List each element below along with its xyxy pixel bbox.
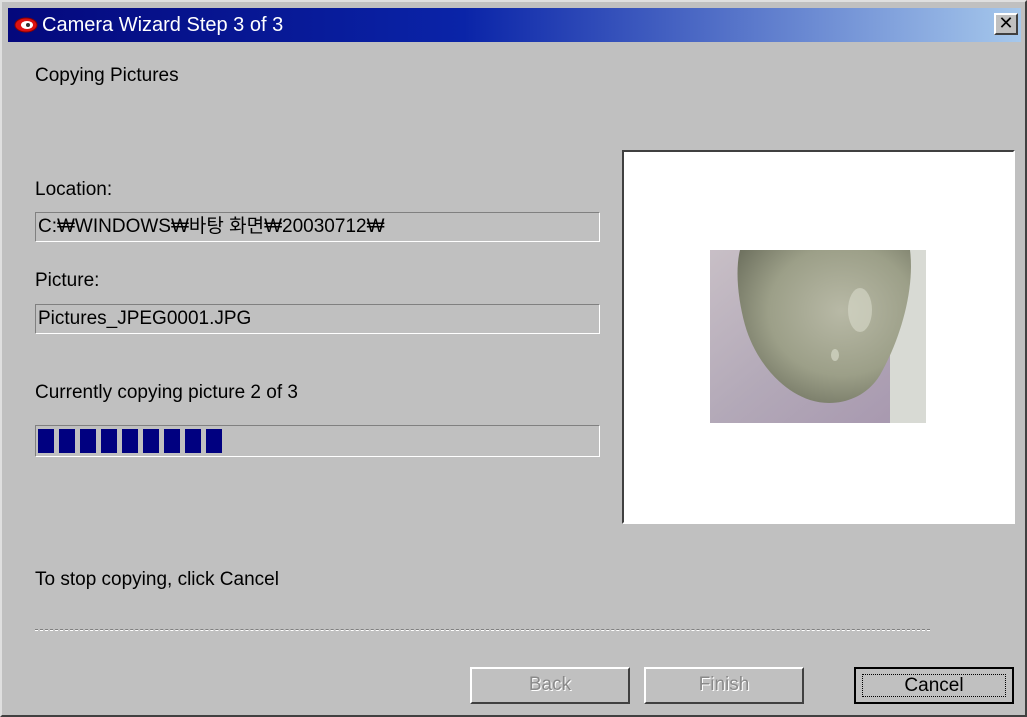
page-heading: Copying Pictures: [35, 65, 179, 86]
back-button[interactable]: Back: [470, 667, 630, 704]
progress-bar: [35, 425, 600, 457]
instruction-text: To stop copying, click Cancel: [35, 569, 279, 590]
finish-button[interactable]: Finish: [644, 667, 804, 704]
close-button[interactable]: ✕: [994, 13, 1018, 35]
title-bar[interactable]: Camera Wizard Step 3 of 3 ✕: [8, 8, 1021, 42]
close-icon: ✕: [998, 13, 1014, 33]
cancel-button[interactable]: Cancel: [854, 667, 1014, 704]
picture-field: Pictures_JPEG0001.JPG: [35, 304, 600, 334]
window-title: Camera Wizard Step 3 of 3: [42, 14, 284, 36]
picture-label: Picture:: [35, 270, 100, 291]
picture-preview-image: [710, 250, 926, 423]
camera-wizard-icon: [14, 17, 38, 33]
cancel-button-label: Cancel: [862, 674, 1006, 697]
camera-wizard-window: Camera Wizard Step 3 of 3 ✕ Copying Pict…: [0, 0, 1027, 717]
divider: [35, 629, 930, 631]
location-field: C:₩WINDOWS₩바탕 화면₩20030712₩: [35, 212, 600, 242]
progress-fill: [38, 429, 222, 453]
location-label: Location:: [35, 179, 113, 200]
picture-preview-frame: [622, 150, 1015, 524]
progress-status: Currently copying picture 2 of 3: [35, 382, 298, 403]
